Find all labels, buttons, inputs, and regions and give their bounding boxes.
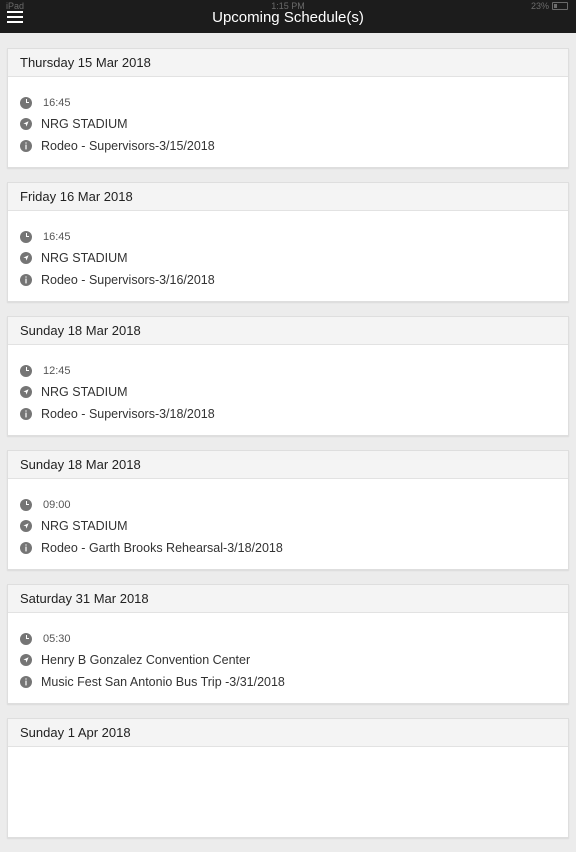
schedule-location: NRG STADIUM (41, 251, 128, 265)
schedule-time-row: 09:00 (20, 495, 568, 515)
schedule-location: NRG STADIUM (41, 385, 128, 399)
schedule-time: 09:00 (43, 499, 71, 511)
schedule-time: 16:45 (43, 231, 71, 243)
navigation-arrow-icon (20, 654, 32, 666)
schedule-date: Friday 16 Mar 2018 (8, 183, 568, 211)
schedule-time-row: 16:45 (20, 227, 568, 247)
schedule-date: Sunday 18 Mar 2018 (8, 317, 568, 345)
schedule-time: 16:45 (43, 97, 71, 109)
schedule-description: Rodeo - Supervisors-3/16/2018 (41, 273, 215, 287)
schedule-card[interactable]: Saturday 31 Mar 2018 05:30 Henry B Gonza… (7, 584, 569, 704)
schedule-location: NRG STADIUM (41, 117, 128, 131)
info-icon (20, 274, 32, 286)
schedule-date: Sunday 1 Apr 2018 (8, 719, 568, 747)
schedule-time-row: 16:45 (20, 93, 568, 113)
battery-percent: 23% (530, 1, 549, 11)
battery-icon (552, 2, 568, 10)
info-icon (20, 542, 32, 554)
navigation-arrow-icon (20, 118, 32, 130)
schedule-time-row: 05:30 (20, 629, 568, 649)
schedule-description-row: Rodeo - Garth Brooks Rehearsal-3/18/2018 (20, 537, 568, 559)
navigation-arrow-icon (20, 520, 32, 532)
schedule-description: Rodeo - Garth Brooks Rehearsal-3/18/2018 (41, 541, 283, 555)
schedule-description-row: Rodeo - Supervisors-3/15/2018 (20, 135, 568, 157)
schedule-description-row: Music Fest San Antonio Bus Trip -3/31/20… (20, 671, 568, 693)
schedule-card[interactable]: Sunday 18 Mar 2018 09:00 NRG STADIUM Rod… (7, 450, 569, 570)
schedule-description-row: Rodeo - Supervisors-3/18/2018 (20, 403, 568, 425)
schedule-date: Thursday 15 Mar 2018 (8, 49, 568, 77)
schedule-card[interactable]: Sunday 1 Apr 2018 (7, 718, 569, 838)
schedule-list: Thursday 15 Mar 2018 16:45 NRG STADIUM R… (7, 48, 569, 852)
navigation-arrow-icon (20, 252, 32, 264)
schedule-date: Saturday 31 Mar 2018 (8, 585, 568, 613)
schedule-description: Music Fest San Antonio Bus Trip -3/31/20… (41, 675, 285, 689)
status-bar: iPad 1:15 PM 23% (0, 0, 576, 14)
info-icon (20, 140, 32, 152)
schedule-location-row: NRG STADIUM (20, 381, 568, 403)
battery-status: 23% (531, 1, 568, 11)
clock-icon (20, 365, 32, 377)
schedule-time: 05:30 (43, 633, 71, 645)
schedule-location-row: NRG STADIUM (20, 247, 568, 269)
info-icon (20, 676, 32, 688)
navigation-arrow-icon (20, 386, 32, 398)
schedule-location-row: NRG STADIUM (20, 113, 568, 135)
clock-icon (20, 499, 32, 511)
schedule-description: Rodeo - Supervisors-3/15/2018 (41, 139, 215, 153)
schedule-card[interactable]: Friday 16 Mar 2018 16:45 NRG STADIUM Rod… (7, 182, 569, 302)
schedule-location: Henry B Gonzalez Convention Center (41, 653, 251, 667)
clock-icon (20, 97, 32, 109)
schedule-location-row: Henry B Gonzalez Convention Center (20, 649, 568, 671)
schedule-description: Rodeo - Supervisors-3/18/2018 (41, 407, 215, 421)
clock-icon (20, 231, 32, 243)
schedule-location: NRG STADIUM (41, 519, 128, 533)
schedule-time: 12:45 (43, 365, 71, 377)
schedule-date: Sunday 18 Mar 2018 (8, 451, 568, 479)
status-time: 1:15 PM (271, 1, 305, 11)
schedule-time-row: 12:45 (20, 361, 568, 381)
info-icon (20, 408, 32, 420)
schedule-card[interactable]: Sunday 18 Mar 2018 12:45 NRG STADIUM Rod… (7, 316, 569, 436)
clock-icon (20, 633, 32, 645)
schedule-card[interactable]: Thursday 15 Mar 2018 16:45 NRG STADIUM R… (7, 48, 569, 168)
schedule-location-row: NRG STADIUM (20, 515, 568, 537)
schedule-description-row: Rodeo - Supervisors-3/16/2018 (20, 269, 568, 291)
